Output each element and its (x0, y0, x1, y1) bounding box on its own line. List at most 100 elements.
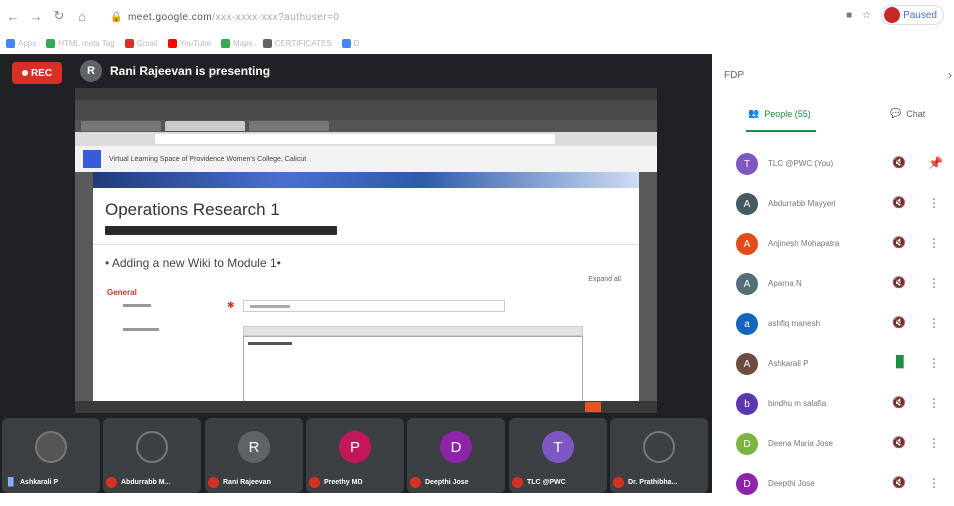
list-item[interactable]: A Anjinesh Mohapatra 🔇 ⋮ (712, 226, 954, 266)
extension-icon[interactable]: ■ (846, 10, 852, 21)
bookmark-item[interactable]: CERTIFICATES (262, 38, 332, 48)
participant-tile[interactable]: Abdurrabb M... (103, 418, 201, 493)
tile-name: Deepthi Jose (425, 479, 469, 486)
avatar (884, 7, 901, 23)
more-options-icon[interactable]: ⋮ (928, 476, 940, 490)
tile-name: TLC @PWC (527, 479, 566, 486)
participant-tile[interactable]: R Rani Rajeevan (205, 418, 303, 493)
more-options-icon[interactable]: ⋮ (928, 316, 940, 330)
bookmark-item[interactable]: HTML meta Tag (46, 38, 115, 48)
participant-tile[interactable]: D Deepthi Jose (407, 418, 505, 493)
url-host: meet.google.com (127, 11, 213, 23)
bookmark-label: HTML meta Tag (58, 38, 115, 48)
bookmark-item[interactable]: D (341, 38, 359, 48)
pin-icon[interactable]: 📌 (928, 156, 943, 170)
breadcrumb (105, 226, 337, 235)
bookmark-label: Maps (233, 38, 253, 48)
forward-icon[interactable]: → (26, 6, 46, 26)
bookmark-icon (167, 38, 177, 48)
list-item[interactable]: A Aparna N 🔇 ⋮ (712, 266, 954, 306)
bookmark-item[interactable]: YouTube (167, 38, 212, 48)
tile-name: Rani Rajeevan (223, 479, 271, 486)
participant-name: bindhu m salafia (768, 399, 827, 408)
participant-tile[interactable]: Dr. Prathibha... (610, 418, 708, 493)
recording-badge: REC (12, 62, 62, 84)
avatar: R (238, 431, 270, 463)
more-options-icon[interactable]: ⋮ (928, 236, 940, 250)
bookmark-icon (6, 38, 15, 48)
tile-name: Abdurrabb M... (121, 479, 171, 486)
profile-label: Paused (903, 9, 937, 21)
mic-off-icon (106, 477, 117, 488)
bookmark-item[interactable]: Apps (6, 38, 36, 48)
tab-chat[interactable]: 💬 Chat (890, 108, 925, 119)
speaking-icon: ▐▌ (5, 477, 17, 486)
avatar: P (339, 431, 371, 463)
bookmark-icon (221, 38, 231, 48)
participant-tiles: ▐▌ Ashkarali P Abdurrabb M... R Rani Rajeeva… (0, 418, 712, 493)
tile-name-row: ▐▌ Ashkarali P (2, 477, 100, 488)
chat-icon: 💬 (890, 108, 902, 118)
reload-icon[interactable]: ↻ (49, 6, 69, 26)
list-item[interactable]: A Abdurrabb Mayyeri 🔇 ⋮ (712, 186, 954, 226)
more-options-icon[interactable]: ⋮ (928, 356, 940, 370)
tile-name: Dr. Prathibha... (628, 479, 678, 486)
mic-off-icon: 🔇 (892, 317, 906, 329)
more-options-icon[interactable]: ⋮ (928, 436, 940, 450)
avatar: a (736, 313, 758, 335)
url-path: /xxx-xxxx-xxx?authuser=0 (212, 11, 340, 23)
remote-topbar (75, 88, 657, 100)
participant-name: ashfiq manesh (768, 319, 821, 328)
participant-name: TLC @PWC (You) (768, 159, 834, 168)
remote-taskbar (75, 401, 657, 413)
field-label (123, 328, 159, 331)
remote-site-header: Virtual Learning Space of Providence Wom… (75, 146, 657, 172)
divider (93, 244, 639, 245)
list-item[interactable]: T TLC @PWC (You) 🔇 📌 (712, 146, 954, 186)
list-item[interactable]: D Deepthi Jose 🔇 ⋮ (712, 466, 954, 506)
bookmark-item[interactable]: Gmail (124, 38, 158, 48)
tile-name-row: Preethy MD (306, 477, 404, 488)
address-bar[interactable]: 🔒 meet.google.com /xxx-xxxx-xxx?authuser… (110, 10, 340, 24)
more-options-icon[interactable]: ⋮ (928, 276, 940, 290)
participant-tile[interactable]: ▐▌ Ashkarali P (2, 418, 100, 493)
tile-name-row: Deepthi Jose (407, 477, 505, 488)
list-item[interactable]: A Ashkarali P ▐▌ ⋮ (712, 346, 954, 386)
participant-name: Abdurrabb Mayyeri (768, 199, 836, 208)
meeting-title: FDP (724, 70, 744, 81)
mic-off-icon: 🔇 (892, 237, 906, 249)
more-options-icon[interactable]: ⋮ (928, 196, 940, 210)
participant-tile[interactable]: P Preethy MD (306, 418, 404, 493)
tile-name-row: Abdurrabb M... (103, 477, 201, 488)
people-icon: 👥 (748, 108, 760, 118)
remote-page: Operations Research 1 • Adding a new Wik… (93, 172, 639, 408)
avatar-photo (643, 431, 675, 463)
list-item[interactable]: D Deena Maria Jose 🔇 ⋮ (712, 426, 954, 466)
bookmark-item[interactable]: Maps (221, 38, 253, 48)
bookmark-icon (46, 38, 56, 48)
mic-off-icon: 🔇 (892, 197, 906, 209)
avatar: D (440, 431, 472, 463)
profile-button[interactable]: Paused (881, 5, 944, 25)
tab-people[interactable]: 👥 People (55) (748, 108, 811, 119)
list-item[interactable]: a ashfiq manesh 🔇 ⋮ (712, 306, 954, 346)
tab-people-label: People (55) (764, 108, 811, 119)
avatar: T (542, 431, 574, 463)
more-options-icon[interactable]: ⋮ (928, 396, 940, 410)
presenter-banner: R Rani Rajeevan is presenting (80, 60, 270, 82)
participant-tile[interactable]: T TLC @PWC (509, 418, 607, 493)
site-header-text: Virtual Learning Space of Providence Wom… (109, 155, 307, 163)
remote-tab (165, 121, 245, 131)
participant-name: Deepthi Jose (768, 479, 815, 488)
bookmark-label: YouTube (179, 38, 212, 48)
back-icon[interactable]: ← (3, 6, 23, 26)
bookmark-label: CERTIFICATES (274, 38, 332, 48)
home-icon[interactable]: ⌂ (72, 6, 92, 26)
star-icon[interactable]: ☆ (862, 10, 871, 21)
list-item[interactable]: b bindhu m salafia 🔇 ⋮ (712, 386, 954, 426)
bookmark-icon (262, 38, 272, 48)
chevron-right-icon[interactable]: › (948, 68, 952, 82)
avatar: A (736, 273, 758, 295)
editor-body (243, 336, 583, 406)
shared-screen: Virtual Learning Space of Providence Wom… (75, 88, 657, 413)
